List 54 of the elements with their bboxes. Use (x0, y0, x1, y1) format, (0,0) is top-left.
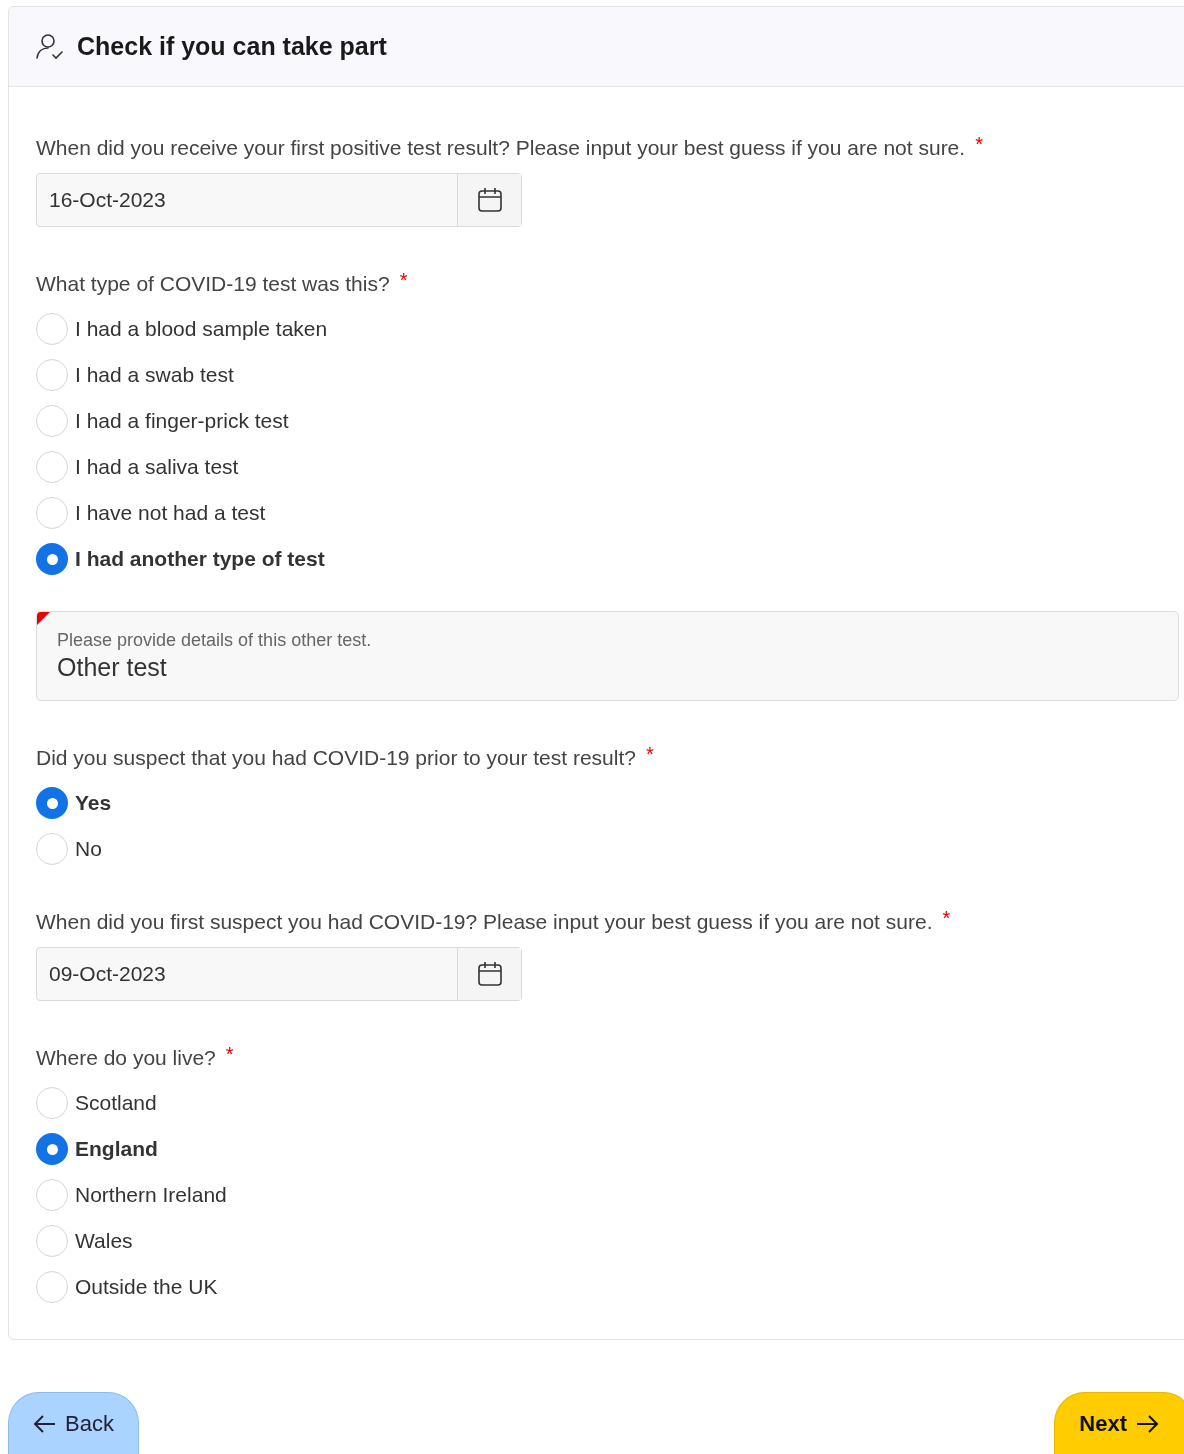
radio-button[interactable] (36, 1271, 68, 1303)
option-label[interactable]: I have not had a test (75, 501, 266, 525)
radio-button[interactable] (36, 787, 68, 819)
required-marker: * (225, 1042, 234, 1067)
option-label[interactable]: I had a blood sample taken (75, 317, 328, 341)
card-title: Check if you can take part (77, 32, 387, 61)
required-marker: * (975, 132, 983, 157)
option-label[interactable]: I had a swab test (75, 363, 234, 387)
radio-button[interactable] (36, 451, 68, 483)
required-marker: * (645, 742, 654, 767)
question-label: Did you suspect that you had COVID-19 prior to your test result? (36, 745, 636, 771)
option-label[interactable]: Scotland (75, 1091, 157, 1115)
field-value: Other test (57, 653, 168, 682)
option-label[interactable]: I had a saliva test (75, 455, 239, 479)
calendar-button[interactable] (457, 948, 521, 1000)
radio-button[interactable] (36, 1225, 68, 1257)
question-label: What type of COVID-19 test was this? (36, 271, 390, 297)
next-button[interactable]: Next (1054, 1392, 1184, 1454)
calendar-icon (476, 187, 503, 213)
option-label[interactable]: I had another type of test (75, 547, 325, 571)
required-corner-icon (37, 612, 50, 625)
arrow-left-icon (33, 1413, 57, 1434)
date-field[interactable]: 09-Oct-2023 (36, 947, 522, 1001)
question-label: Where do you live? (36, 1045, 216, 1071)
field-label: Please provide details of this other test. (57, 630, 373, 651)
field-value: 09-Oct-2023 (49, 962, 166, 986)
required-marker: * (942, 906, 951, 931)
field-value: 16-Oct-2023 (49, 188, 166, 212)
question-label: When did you first suspect you had COVID-19? Please input your best guess if you are not sure. (36, 909, 933, 935)
radio-button[interactable] (36, 543, 68, 575)
option-label[interactable]: Wales (75, 1229, 133, 1253)
radio-button[interactable] (36, 359, 68, 391)
radio-button[interactable] (36, 1179, 68, 1211)
radio-button[interactable] (36, 833, 68, 865)
radio-button[interactable] (36, 1087, 68, 1119)
question-label: When did you receive your first positive test result? Please input your best guess if you are not sure. (36, 135, 966, 161)
option-label[interactable]: Northern Ireland (75, 1183, 227, 1207)
radio-button[interactable] (36, 405, 68, 437)
person-check-icon (35, 32, 65, 61)
option-label[interactable]: England (75, 1137, 158, 1161)
back-button[interactable]: Back (8, 1392, 139, 1454)
option-label[interactable]: I had a finger-prick test (75, 409, 289, 433)
required-marker: * (399, 268, 408, 293)
date-field[interactable]: 16-Oct-2023 (36, 173, 522, 227)
radio-button[interactable] (36, 313, 68, 345)
calendar-icon (476, 961, 503, 987)
details-field[interactable]: Please provide details of this other test. Other test (36, 611, 1179, 701)
radio-button[interactable] (36, 497, 68, 529)
option-label[interactable]: Yes (75, 791, 112, 815)
option-label[interactable]: No (75, 837, 102, 861)
option-label[interactable]: Outside the UK (75, 1275, 218, 1299)
radio-button[interactable] (36, 1133, 68, 1165)
arrow-right-icon (1135, 1413, 1159, 1434)
calendar-button[interactable] (457, 174, 521, 226)
